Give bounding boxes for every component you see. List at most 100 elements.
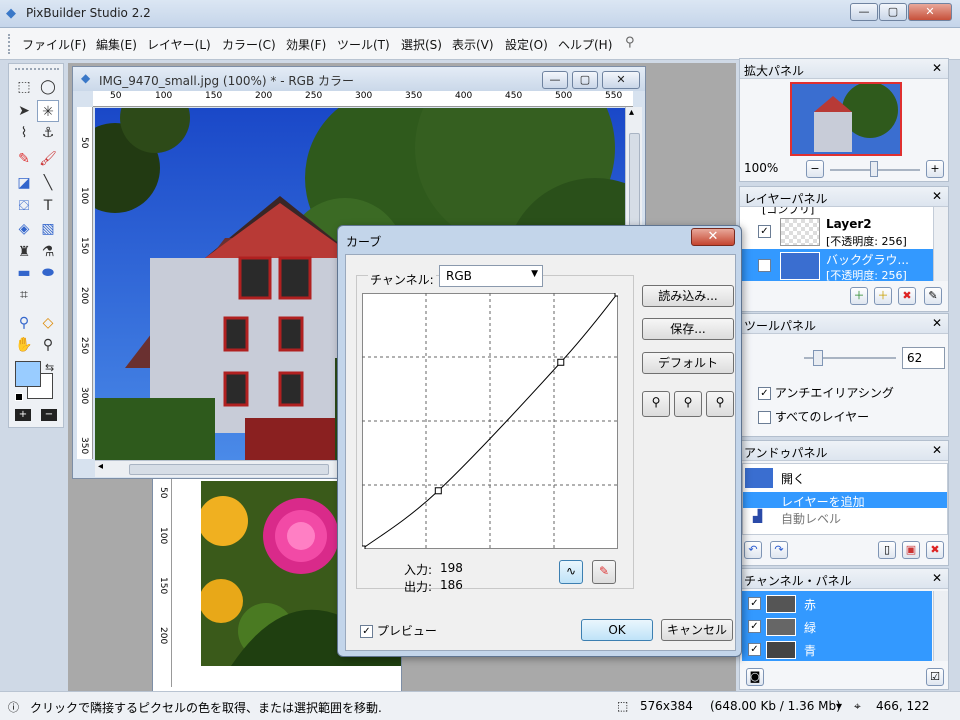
magic-wand-icon[interactable]: ✳ [37, 100, 59, 122]
horizontal-scroll-thumb[interactable] [129, 464, 329, 475]
channel-select[interactable]: RGB ▼ [439, 265, 543, 287]
layer-visibility-checkbox[interactable]: ✓ [758, 225, 771, 238]
delete-history-icon[interactable]: ✖ [926, 541, 944, 559]
minimize-button[interactable]: — [850, 3, 878, 21]
magnetic-lasso-icon[interactable]: ⚓ [37, 122, 59, 144]
menu-help[interactable]: ヘルプ(H) [558, 36, 612, 53]
zoom-out-button[interactable]: − [41, 409, 57, 421]
duplicate-layer-icon[interactable]: ＋ [874, 287, 892, 305]
scroll-up-icon[interactable]: ▴ [629, 107, 634, 118]
close-icon[interactable]: ✕ [932, 443, 942, 457]
rounded-rect-icon[interactable]: ▬ [13, 262, 35, 284]
clone-stamp-icon[interactable]: ♜ [13, 241, 35, 263]
gray-point-dropper-icon[interactable]: ⚲ [674, 391, 702, 417]
zoom-tool-icon[interactable]: ⚲ [37, 334, 59, 356]
tolerance-slider-thumb[interactable] [812, 350, 823, 366]
eyedropper-icon[interactable]: ⚲ [13, 312, 35, 334]
close-button[interactable]: ✕ [908, 3, 952, 21]
curves-close-button[interactable]: ✕ [691, 228, 735, 246]
line-icon[interactable]: ╲ [37, 172, 59, 194]
retouch-icon[interactable]: ◇ [37, 312, 59, 334]
menu-file[interactable]: ファイル(F) [22, 36, 86, 53]
gradient-icon[interactable]: ▧ [37, 218, 59, 240]
curve-control-point[interactable] [557, 358, 565, 366]
foreground-color-swatch[interactable] [15, 361, 41, 387]
zoom-slider-thumb[interactable] [870, 161, 878, 177]
menu-view[interactable]: 表示(V) [452, 36, 494, 53]
redo-icon[interactable]: ↷ [770, 541, 788, 559]
curve-control-point[interactable] [362, 545, 366, 549]
doc-maximize-button[interactable]: ▢ [572, 71, 598, 89]
close-icon[interactable]: ✕ [932, 316, 942, 330]
history-item[interactable]: 開く [743, 466, 947, 490]
menu-effects[interactable]: 効果(F) [286, 36, 326, 53]
delete-layer-icon[interactable]: ✖ [898, 287, 916, 305]
layer-visibility-checkbox[interactable]: ✓ [758, 259, 771, 272]
swap-colors-icon[interactable]: ⇆ [45, 361, 54, 374]
snapshot-icon[interactable]: ▣ [902, 541, 920, 559]
menu-select[interactable]: 選択(S) [401, 36, 442, 53]
coords-dropdown-icon[interactable]: ▾ [836, 699, 842, 713]
channel-row[interactable]: ✓ 青 [742, 639, 932, 661]
pencil-icon[interactable]: ✎ [13, 148, 35, 170]
ellipse-icon[interactable]: ⬬ [37, 262, 59, 284]
channel-visibility-checkbox[interactable]: ✓ [748, 620, 761, 633]
curve-pencil-icon[interactable]: ✎ [592, 560, 616, 584]
layer-row-selected[interactable]: ✓ バックグラウ... [不透明度: 256] [740, 249, 933, 281]
white-point-dropper-icon[interactable]: ⚲ [706, 391, 734, 417]
crop-icon[interactable]: ⌗ [13, 284, 35, 306]
rect-select-icon[interactable]: ⬚ [13, 76, 35, 98]
channel-row[interactable]: ✓ 緑 [742, 616, 932, 638]
reset-colors-icon[interactable] [15, 393, 23, 401]
layer-row[interactable]: ✓ Layer2 [不透明度: 256] [740, 215, 933, 249]
black-point-dropper-icon[interactable]: ⚲ [642, 391, 670, 417]
all-layers-checkbox[interactable] [758, 411, 771, 424]
layer-properties-icon[interactable]: ✎ [924, 287, 942, 305]
channel-scrollbar[interactable] [933, 591, 948, 661]
zoom-in-button[interactable]: + [15, 409, 31, 421]
doc-minimize-button[interactable]: — [542, 71, 568, 89]
lasso-icon[interactable]: ◯ [37, 76, 59, 98]
close-icon[interactable]: ✕ [932, 61, 942, 75]
load-button[interactable]: 読み込み... [642, 285, 734, 307]
zoom-minus-button[interactable]: − [806, 160, 824, 178]
fill-bucket-icon[interactable]: ⛋ [13, 195, 35, 217]
close-icon[interactable]: ✕ [932, 571, 942, 585]
close-icon[interactable]: ✕ [932, 189, 942, 203]
default-button[interactable]: デフォルト [642, 352, 734, 374]
menu-layer[interactable]: レイヤー(L) [147, 36, 211, 53]
dropper-fill-icon[interactable]: ⚗ [37, 241, 59, 263]
antialias-checkbox[interactable]: ✓ [758, 387, 771, 400]
save-button[interactable]: 保存... [642, 318, 734, 340]
eraser-icon[interactable]: ◪ [13, 172, 35, 194]
doc-close-button[interactable]: ✕ [602, 71, 640, 89]
zoom-plus-button[interactable]: + [926, 160, 944, 178]
channel-apply-icon[interactable]: ☑ [926, 668, 944, 686]
menu-settings[interactable]: 設定(O) [505, 36, 548, 53]
channel-visibility-checkbox[interactable]: ✓ [748, 597, 761, 610]
search-icon[interactable]: ⚲ [625, 35, 635, 50]
history-item-selected[interactable]: レイヤーを追加 [743, 492, 947, 509]
curve-smooth-icon[interactable]: ∿ [559, 560, 583, 584]
text-icon[interactable]: T [37, 195, 59, 217]
new-document-icon[interactable]: ▯ [878, 541, 896, 559]
antialias-option[interactable]: ✓ アンチエイリアシング [758, 384, 894, 401]
preview-checkbox[interactable]: ✓ [360, 625, 373, 638]
brush-icon[interactable]: 🖌 [37, 148, 59, 170]
scroll-left-icon[interactable]: ◂ [98, 461, 103, 472]
cancel-button[interactable]: キャンセル [661, 619, 733, 641]
channel-visibility-checkbox[interactable]: ✓ [748, 643, 761, 656]
curve-control-point[interactable] [434, 487, 442, 495]
menu-edit[interactable]: 編集(E) [96, 36, 137, 53]
navigator-thumbnail[interactable] [790, 82, 902, 156]
poly-lasso-icon[interactable]: ⌇ [13, 122, 35, 144]
undo-icon[interactable]: ↶ [744, 541, 762, 559]
ok-button[interactable]: OK [581, 619, 653, 641]
new-layer-icon[interactable]: ＋ [850, 287, 868, 305]
preview-option[interactable]: ✓ プレビュー [360, 622, 437, 639]
history-item[interactable]: ▟ 自動レベル [743, 509, 947, 527]
tolerance-input[interactable]: 62 [902, 347, 945, 369]
hand-icon[interactable]: ✋ [13, 334, 35, 356]
layer-scrollbar[interactable] [933, 207, 948, 281]
menu-color[interactable]: カラー(C) [222, 36, 276, 53]
